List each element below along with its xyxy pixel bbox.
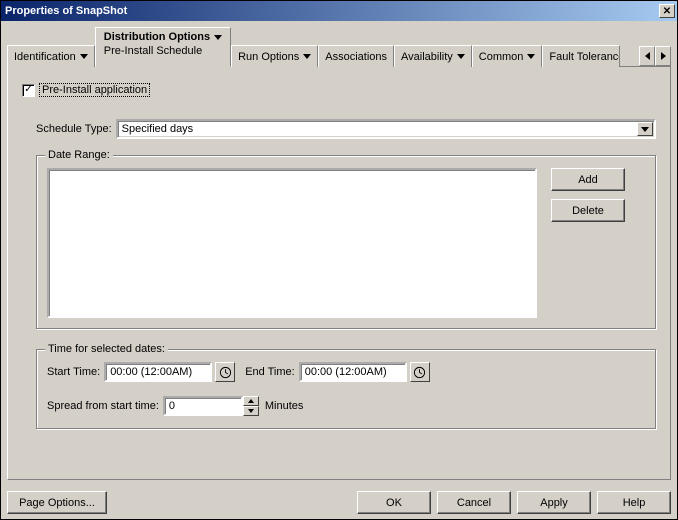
button-label: Cancel: [457, 497, 491, 509]
tab-associations[interactable]: Associations: [318, 45, 394, 67]
tab-label: Availability: [401, 51, 453, 63]
ok-button[interactable]: OK: [357, 491, 431, 514]
preinstall-row: Pre-Install application: [22, 83, 656, 97]
date-range-group: Date Range: Add Delete: [36, 155, 656, 329]
tab-panel: Pre-Install application Schedule Type: S…: [7, 67, 671, 480]
preinstall-label: Pre-Install application: [39, 83, 150, 97]
window-title: Properties of SnapShot: [5, 5, 659, 17]
end-time-value: 00:00 (12:00AM): [305, 366, 387, 378]
end-time-clock-button[interactable]: [410, 362, 430, 382]
tab-label: Common: [479, 51, 524, 63]
chevron-down-icon: [303, 54, 311, 59]
apply-button[interactable]: Apply: [517, 491, 591, 514]
button-label: Help: [623, 497, 646, 509]
delete-button[interactable]: Delete: [551, 199, 625, 222]
chevron-down-icon: [80, 54, 88, 59]
properties-window: Properties of SnapShot ✕ Identification …: [0, 0, 678, 520]
close-icon[interactable]: ✕: [659, 4, 675, 18]
page-options-button[interactable]: Page Options...: [7, 491, 107, 514]
schedule-type-value: Specified days: [122, 123, 194, 135]
spinner-up-button[interactable]: [243, 396, 259, 406]
button-label: Add: [578, 174, 598, 186]
tab-strip: Identification Distribution Options Pre-…: [7, 27, 671, 67]
tab-sublabel: Pre-Install Schedule: [104, 45, 202, 57]
tab-scroll-left-button[interactable]: [639, 46, 655, 66]
tab-label: Identification: [14, 51, 76, 63]
spread-unit: Minutes: [265, 400, 304, 412]
help-button[interactable]: Help: [597, 491, 671, 514]
end-time-label: End Time:: [245, 366, 295, 378]
tab-identification[interactable]: Identification: [7, 45, 95, 67]
cancel-button[interactable]: Cancel: [437, 491, 511, 514]
schedule-type-row: Schedule Type: Specified days: [36, 119, 656, 139]
tab-label: Fault Tolerance: [549, 51, 620, 63]
clock-icon: [413, 366, 426, 379]
date-range-list[interactable]: [47, 168, 537, 318]
end-time-field[interactable]: 00:00 (12:00AM): [299, 362, 407, 382]
tab-availability[interactable]: Availability: [394, 45, 472, 67]
time-legend: Time for selected dates:: [45, 343, 168, 355]
spinner-down-button[interactable]: [243, 406, 259, 416]
chevron-down-icon: [457, 54, 465, 59]
tab-label: Distribution Options: [104, 31, 210, 43]
arrow-left-icon: [645, 52, 650, 60]
spinner-buttons: [243, 396, 259, 416]
tab-fault-tolerance[interactable]: Fault Tolerance: [542, 45, 620, 67]
clock-icon: [219, 366, 232, 379]
tab-run-options[interactable]: Run Options: [231, 45, 318, 67]
schedule-type-combo[interactable]: Specified days: [116, 119, 656, 139]
spread-label: Spread from start time:: [47, 400, 159, 412]
chevron-down-icon: [527, 54, 535, 59]
button-label: Delete: [572, 205, 604, 217]
start-time-value: 00:00 (12:00AM): [110, 366, 192, 378]
tab-scroll-right-button[interactable]: [655, 46, 671, 66]
client-area: Identification Distribution Options Pre-…: [1, 21, 677, 486]
add-button[interactable]: Add: [551, 168, 625, 191]
arrow-right-icon: [661, 52, 666, 60]
dialog-button-bar: Page Options... OK Cancel Apply Help: [1, 486, 677, 519]
chevron-down-icon: [641, 127, 649, 132]
spread-field[interactable]: 0: [163, 396, 243, 416]
titlebar: Properties of SnapShot ✕: [1, 1, 677, 21]
tab-common[interactable]: Common: [472, 45, 543, 67]
date-range-legend: Date Range:: [45, 149, 113, 161]
tab-distribution-options[interactable]: Distribution Options Pre-Install Schedul…: [95, 27, 231, 67]
tab-scroll-arrows: [639, 45, 671, 67]
tab-label: Associations: [325, 51, 387, 63]
start-time-field[interactable]: 00:00 (12:00AM): [104, 362, 212, 382]
start-time-clock-button[interactable]: [215, 362, 235, 382]
tab-label: Run Options: [238, 51, 299, 63]
button-label: Apply: [540, 497, 568, 509]
button-label: Page Options...: [19, 497, 95, 509]
time-group: Time for selected dates: Start Time: 00:…: [36, 349, 656, 429]
chevron-down-icon: [214, 35, 222, 40]
preinstall-checkbox[interactable]: [22, 84, 35, 97]
combo-button[interactable]: [637, 122, 653, 136]
schedule-type-label: Schedule Type:: [36, 123, 112, 135]
spread-value: 0: [169, 400, 175, 412]
start-time-label: Start Time:: [47, 366, 100, 378]
spread-spinner[interactable]: 0: [163, 396, 259, 416]
button-label: OK: [386, 497, 402, 509]
